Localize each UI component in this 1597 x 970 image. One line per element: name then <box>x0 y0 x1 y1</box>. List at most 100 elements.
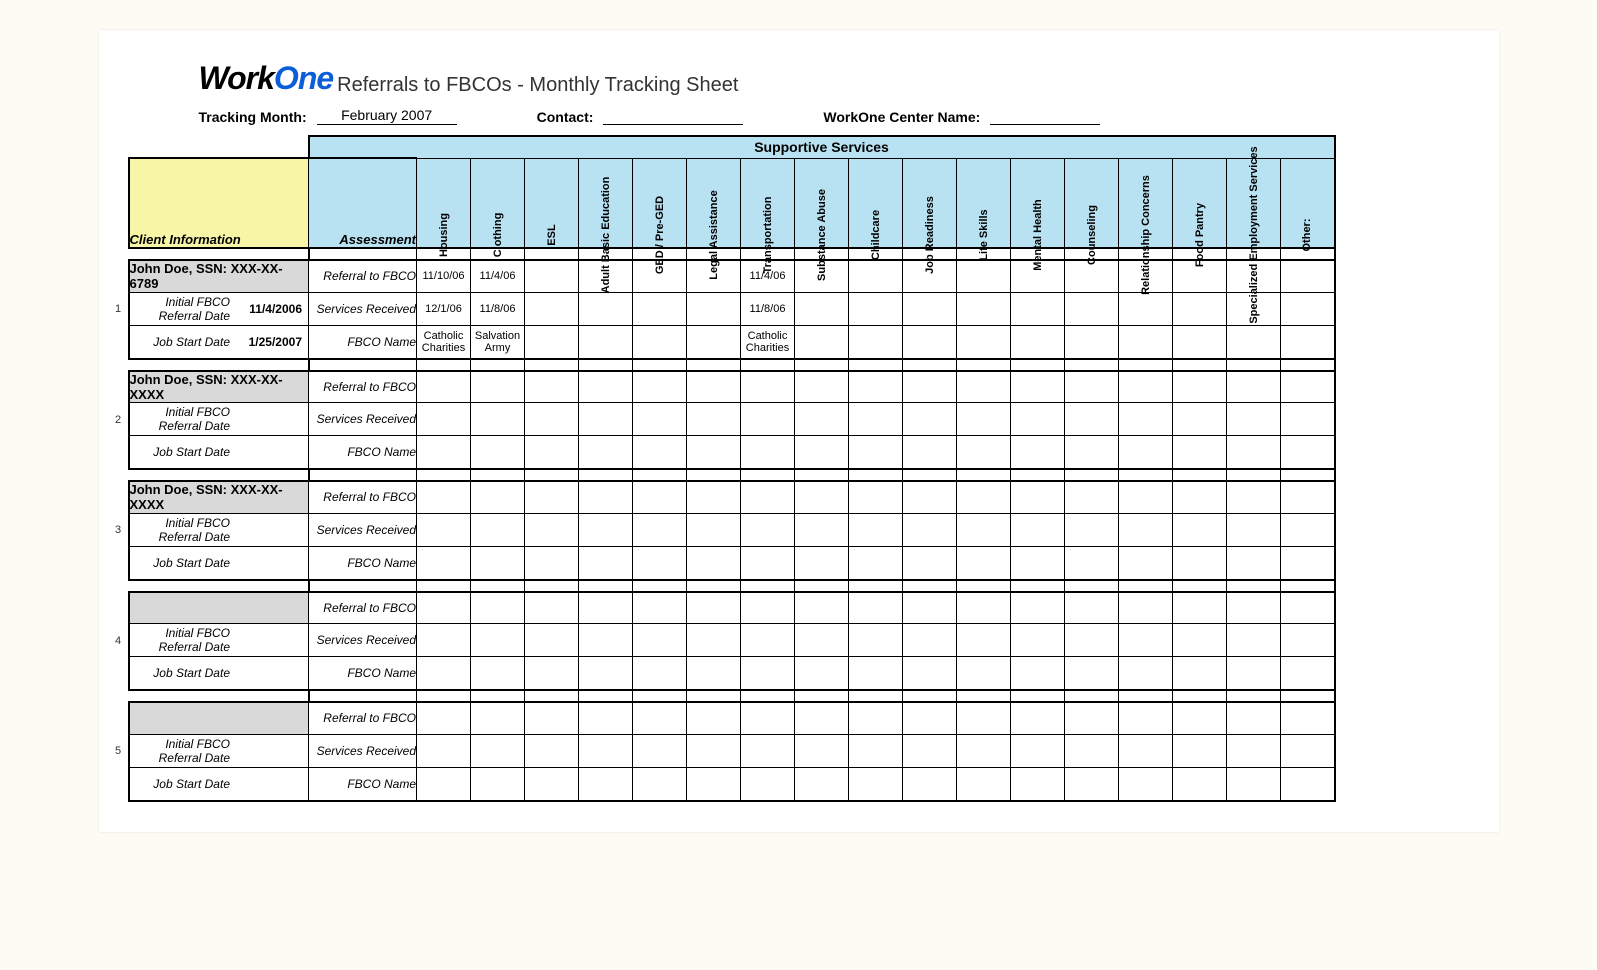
data-cell[interactable] <box>1281 403 1335 436</box>
data-cell[interactable] <box>1173 702 1227 734</box>
client-jobstart-date[interactable]: Job Start Date <box>129 657 309 691</box>
data-cell[interactable] <box>1065 702 1119 734</box>
data-cell[interactable] <box>1173 592 1227 624</box>
data-cell[interactable] <box>1119 767 1173 801</box>
data-cell[interactable] <box>795 513 849 546</box>
data-cell[interactable] <box>633 624 687 657</box>
data-cell[interactable] <box>903 292 957 325</box>
data-cell[interactable] <box>1227 371 1281 403</box>
data-cell[interactable] <box>1119 702 1173 734</box>
data-cell[interactable] <box>849 513 903 546</box>
data-cell[interactable] <box>903 734 957 767</box>
data-cell[interactable] <box>633 481 687 513</box>
data-cell[interactable] <box>579 292 633 325</box>
data-cell[interactable] <box>579 403 633 436</box>
data-cell[interactable] <box>1011 592 1065 624</box>
data-cell[interactable] <box>957 371 1011 403</box>
data-cell[interactable] <box>579 513 633 546</box>
client-jobstart-date[interactable]: Job Start Date <box>129 767 309 801</box>
data-cell[interactable] <box>1173 624 1227 657</box>
client-initial-date[interactable]: Initial FBCO Referral Date <box>129 624 309 657</box>
data-cell[interactable] <box>795 657 849 691</box>
data-cell[interactable] <box>687 436 741 470</box>
data-cell[interactable] <box>957 657 1011 691</box>
data-cell[interactable] <box>1011 702 1065 734</box>
data-cell[interactable]: Catholic Charities <box>417 325 471 359</box>
data-cell[interactable] <box>1011 481 1065 513</box>
data-cell[interactable] <box>579 702 633 734</box>
data-cell[interactable] <box>1065 546 1119 580</box>
data-cell[interactable] <box>1065 436 1119 470</box>
data-cell[interactable] <box>849 734 903 767</box>
data-cell[interactable] <box>633 767 687 801</box>
data-cell[interactable] <box>1011 403 1065 436</box>
data-cell[interactable] <box>579 767 633 801</box>
data-cell[interactable] <box>849 260 903 292</box>
data-cell[interactable] <box>957 292 1011 325</box>
data-cell[interactable] <box>417 481 471 513</box>
data-cell[interactable] <box>849 403 903 436</box>
data-cell[interactable] <box>849 481 903 513</box>
data-cell[interactable] <box>579 481 633 513</box>
data-cell[interactable] <box>741 624 795 657</box>
data-cell[interactable] <box>471 702 525 734</box>
data-cell[interactable] <box>849 702 903 734</box>
client-jobstart-date[interactable]: Job Start Date1/25/2007 <box>129 325 309 359</box>
data-cell[interactable] <box>525 260 579 292</box>
data-cell[interactable] <box>633 702 687 734</box>
data-cell[interactable] <box>1281 513 1335 546</box>
data-cell[interactable] <box>957 624 1011 657</box>
data-cell[interactable] <box>1119 734 1173 767</box>
data-cell[interactable] <box>903 702 957 734</box>
data-cell[interactable] <box>1227 702 1281 734</box>
data-cell[interactable] <box>633 734 687 767</box>
data-cell[interactable] <box>1281 481 1335 513</box>
data-cell[interactable] <box>1065 734 1119 767</box>
data-cell[interactable] <box>1011 546 1065 580</box>
data-cell[interactable] <box>687 513 741 546</box>
data-cell[interactable] <box>795 767 849 801</box>
data-cell[interactable] <box>1011 767 1065 801</box>
data-cell[interactable] <box>417 592 471 624</box>
data-cell[interactable] <box>795 592 849 624</box>
data-cell[interactable] <box>795 481 849 513</box>
data-cell[interactable] <box>525 592 579 624</box>
data-cell[interactable] <box>849 657 903 691</box>
data-cell[interactable] <box>471 592 525 624</box>
data-cell[interactable] <box>1173 513 1227 546</box>
data-cell[interactable] <box>795 702 849 734</box>
data-cell[interactable] <box>1065 657 1119 691</box>
data-cell[interactable] <box>1227 657 1281 691</box>
data-cell[interactable] <box>1281 734 1335 767</box>
data-cell[interactable] <box>1173 546 1227 580</box>
data-cell[interactable] <box>849 325 903 359</box>
data-cell[interactable] <box>1119 624 1173 657</box>
data-cell[interactable] <box>525 767 579 801</box>
data-cell[interactable] <box>1173 436 1227 470</box>
data-cell[interactable] <box>957 767 1011 801</box>
data-cell[interactable] <box>1173 292 1227 325</box>
data-cell[interactable] <box>633 436 687 470</box>
data-cell[interactable] <box>579 371 633 403</box>
data-cell[interactable] <box>1173 403 1227 436</box>
data-cell[interactable] <box>525 546 579 580</box>
data-cell[interactable] <box>1065 371 1119 403</box>
data-cell[interactable]: 11/4/06 <box>471 260 525 292</box>
data-cell[interactable]: 11/10/06 <box>417 260 471 292</box>
data-cell[interactable] <box>1227 325 1281 359</box>
data-cell[interactable] <box>1065 325 1119 359</box>
client-name[interactable]: John Doe, SSN: XXX-XX-XXXX <box>129 481 309 513</box>
data-cell[interactable] <box>795 624 849 657</box>
data-cell[interactable] <box>417 513 471 546</box>
data-cell[interactable] <box>687 624 741 657</box>
data-cell[interactable] <box>687 371 741 403</box>
data-cell[interactable] <box>1119 546 1173 580</box>
data-cell[interactable] <box>957 734 1011 767</box>
data-cell[interactable] <box>633 513 687 546</box>
data-cell[interactable] <box>1227 436 1281 470</box>
data-cell[interactable] <box>687 657 741 691</box>
data-cell[interactable] <box>579 436 633 470</box>
data-cell[interactable] <box>1227 403 1281 436</box>
data-cell[interactable] <box>1065 624 1119 657</box>
data-cell[interactable] <box>417 436 471 470</box>
